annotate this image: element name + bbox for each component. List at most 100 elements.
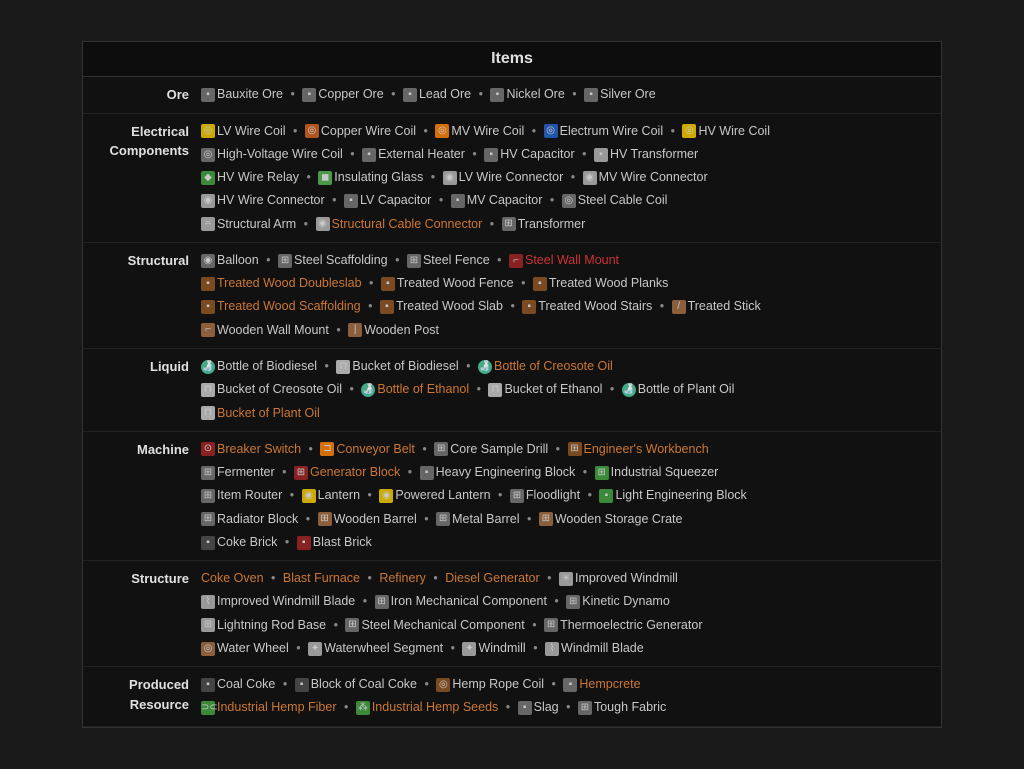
list-item: ⊞Transformer — [502, 217, 586, 231]
block-icon: ▪ — [362, 148, 376, 162]
item-name: Steel Wall Mount — [525, 253, 619, 267]
separator: • — [303, 170, 314, 184]
hemp-icon: ⊃⊂ — [201, 701, 215, 715]
item-name: Wooden Wall Mount — [217, 323, 329, 337]
separator: • — [528, 124, 539, 138]
item-name: MV Wire Connector — [599, 170, 708, 184]
list-item: ⊞Steel Mechanical Component — [345, 618, 524, 632]
list-item: ⊞Item Router — [201, 488, 282, 502]
separator: • — [544, 571, 555, 585]
block-icon: ▪ — [451, 194, 465, 208]
category-content-liquid: 🍶Bottle of Biodiesel • ⊓Bucket of Biodie… — [201, 355, 933, 425]
separator: • — [365, 299, 376, 313]
item-name: LV Wire Coil — [217, 124, 286, 138]
item-name: Treated Wood Fence — [397, 276, 514, 290]
item-name: Treated Wood Stairs — [538, 300, 652, 314]
gray-block-icon: ▪ — [403, 88, 417, 102]
list-item: ◎Steel Cable Coil — [562, 193, 668, 207]
item-name: Engineer's Workbench — [584, 442, 709, 456]
list-item: ▪Block of Coal Coke — [295, 677, 417, 691]
wood-block-icon: ▪ — [380, 300, 394, 314]
gray-block-icon: ▪ — [302, 88, 316, 102]
item-name: Heavy Engineering Block — [436, 465, 576, 479]
item-name: Floodlight — [526, 488, 580, 502]
panel-title: Items — [83, 42, 941, 77]
list-item: ⊞Radiator Block — [201, 512, 298, 526]
separator: • — [286, 488, 297, 502]
item-name: Windmill — [478, 641, 525, 655]
item-name: Industrial Hemp Fiber — [217, 701, 337, 715]
item-name: Treated Wood Slab — [396, 300, 503, 314]
list-item: ◼Insulating Glass — [318, 170, 423, 184]
item-name: Lead Ore — [419, 87, 471, 101]
category-label-ore: Ore — [91, 83, 201, 105]
block-icon: ▪ — [484, 148, 498, 162]
item-name: Block of Coal Coke — [311, 677, 417, 691]
separator: • — [302, 512, 313, 526]
list-item: ⊞Generator Block — [294, 465, 400, 479]
list-item: ⊞Fermenter — [201, 465, 275, 479]
item-name: Thermoelectric Generator — [560, 618, 702, 632]
separator: • — [486, 217, 497, 231]
stick-icon: / — [672, 300, 686, 314]
wood-block-icon: ▪ — [381, 277, 395, 291]
bench-icon: ⊞ — [568, 442, 582, 456]
relay-icon: ◆ — [201, 171, 215, 185]
wheel-icon: ◎ — [201, 642, 215, 656]
list-item: ⊓Bucket of Plant Oil — [201, 406, 320, 420]
separator: • — [333, 323, 344, 337]
category-content-machine: ⊙Breaker Switch • ⊐Conveyor Belt • ⊞Core… — [201, 438, 933, 554]
item-name: Copper Wire Coil — [321, 124, 416, 138]
separator: • — [473, 382, 484, 396]
slag-icon: ▪ — [518, 701, 532, 715]
conn-icon: ◉ — [316, 217, 330, 231]
separator: • — [584, 488, 595, 502]
separator: • — [667, 124, 678, 138]
list-item: ◎MV Wire Coil — [435, 124, 524, 138]
item-name: Transformer — [518, 217, 586, 231]
list-item: ✳Improved Windmill — [559, 571, 678, 585]
item-name: Radiator Block — [217, 512, 298, 526]
separator: • — [579, 147, 590, 161]
separator: • — [548, 677, 559, 691]
list-item: ⊓Bucket of Biodiesel — [336, 359, 458, 373]
item-name: Kinetic Dynamo — [582, 595, 670, 609]
gen-icon: ⊞ — [294, 466, 308, 480]
thermo-icon: ⊞ — [544, 618, 558, 632]
separator: • — [287, 87, 298, 101]
list-item: ⊞Metal Barrel — [436, 512, 519, 526]
item-name: Wooden Storage Crate — [555, 512, 683, 526]
bucket-icon: ⊓ — [488, 383, 502, 397]
list-item: ⊙Breaker Switch — [201, 442, 301, 456]
gray-block-icon: ▪ — [490, 88, 504, 102]
list-item: ▪Treated Wood Planks — [533, 276, 669, 290]
list-item: Diesel Generator — [445, 571, 540, 585]
item-name: Bucket of Creosote Oil — [217, 382, 342, 396]
separator: • — [447, 641, 458, 655]
item-name: Treated Wood Planks — [549, 276, 669, 290]
category-label-structure: Structure — [91, 567, 201, 589]
item-name: Wooden Barrel — [334, 512, 417, 526]
barrel-icon: ⊞ — [436, 512, 450, 526]
bottle-icon: 🍶 — [478, 360, 492, 374]
brick-icon: ▪ — [297, 536, 311, 550]
separator: • — [281, 535, 292, 549]
list-item: ⊞Industrial Squeezer — [595, 465, 719, 479]
item-name: Bottle of Ethanol — [377, 382, 469, 396]
rod-icon: ⊞ — [201, 618, 215, 632]
separator: • — [321, 359, 332, 373]
gray-block-icon: ▪ — [201, 88, 215, 102]
separator: • — [420, 124, 431, 138]
item-name: Generator Block — [310, 465, 400, 479]
list-item: ▪Treated Wood Fence — [381, 276, 514, 290]
list-item: ▪Silver Ore — [584, 87, 656, 101]
separator: • — [419, 442, 430, 456]
separator: • — [263, 253, 274, 267]
item-name: Bucket of Biodiesel — [352, 359, 458, 373]
list-item: ⌐Steel Wall Mount — [509, 253, 619, 267]
list-item: ◉HV Wire Connector — [201, 193, 325, 207]
seg-icon: ✦ — [462, 642, 476, 656]
list-item: ⌇Improved Windmill Blade — [201, 594, 355, 608]
bucket-icon: ⊓ — [201, 383, 215, 397]
conn-icon: ◉ — [201, 194, 215, 208]
